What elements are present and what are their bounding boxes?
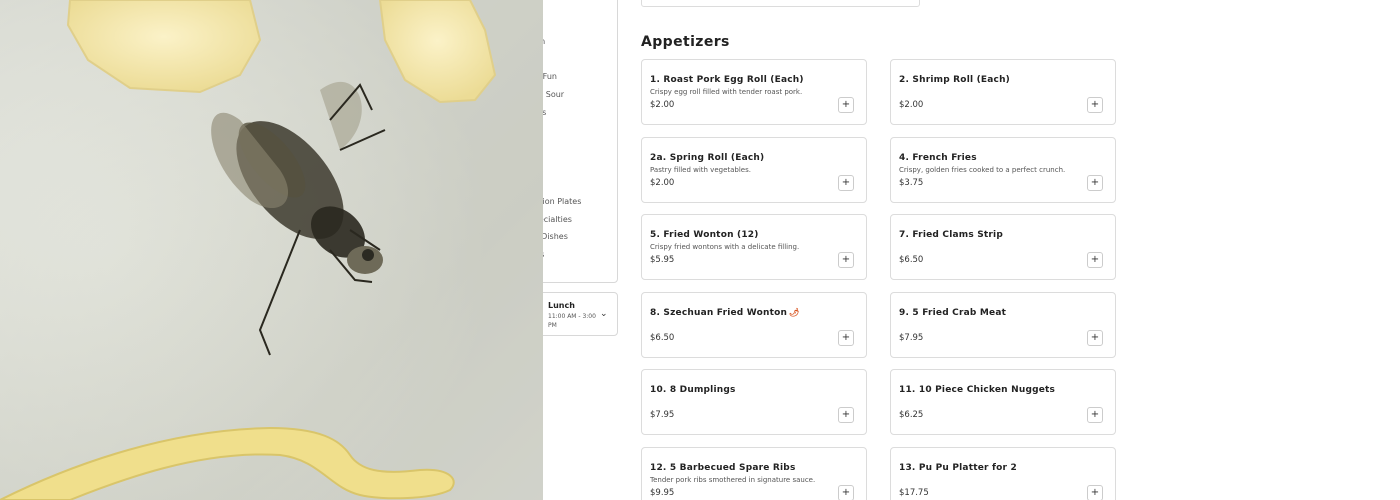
food-photo <box>0 0 543 500</box>
menu-item-name-text: 10. 8 Dumplings <box>650 385 736 395</box>
menu-item-description: Crispy, golden fries cooked to a perfect… <box>899 166 1066 174</box>
search-bar[interactable] <box>641 0 920 7</box>
menu-item-price: $5.95 <box>650 255 675 265</box>
menu-item-name: 4. French Fries <box>899 153 977 163</box>
menu-item-description: Pastry filled with vegetables. <box>650 166 751 174</box>
menu-item-card[interactable]: 11. 10 Piece Chicken Nuggets $6.25 + <box>890 369 1116 435</box>
menu-item-card[interactable]: 2a. Spring Roll (Each) Pastry filled with… <box>641 137 867 203</box>
menu-item-name: 7. Fried Clams Strip <box>899 230 1003 240</box>
menu-item-name-text: 2. Shrimp Roll (Each) <box>899 75 1010 85</box>
menu-item-name: 8. Szechuan Fried Wonton 🌶 <box>650 308 799 318</box>
menu-item-price: $9.95 <box>650 488 675 498</box>
add-to-cart-button[interactable]: + <box>1087 97 1103 113</box>
menu-item-price: $7.95 <box>899 333 924 343</box>
menu-item-name: 13. Pu Pu Platter for 2 <box>899 463 1017 473</box>
menu-item-name-text: 9. 5 Fried Crab Meat <box>899 308 1007 318</box>
menu-item-price: $3.75 <box>899 178 924 188</box>
menu-item-name: 1. Roast Pork Egg Roll (Each) <box>650 75 804 85</box>
menu-item-name: 12. 5 Barbecued Spare Ribs <box>650 463 796 473</box>
menu-item-card[interactable]: 13. Pu Pu Platter for 2 $17.75 + <box>890 447 1116 500</box>
add-to-cart-button[interactable]: + <box>838 175 854 191</box>
menu-item-name: 10. 8 Dumplings <box>650 385 736 395</box>
hours-time: 11:00 AM - 3:00 PM <box>548 313 596 329</box>
menu-item-card[interactable]: 7. Fried Clams Strip $6.50 + <box>890 214 1116 280</box>
menu-item-name-text: 5. Fried Wonton (12) <box>650 230 759 240</box>
page: p d Rice w Mein lein w Mei Fun et And So… <box>0 0 1400 500</box>
menu-item-description: Tender pork ribs smothered in signature … <box>650 476 816 484</box>
add-to-cart-button[interactable]: + <box>838 330 854 346</box>
add-to-cart-button[interactable]: + <box>1087 485 1103 500</box>
menu-item-card[interactable]: 2. Shrimp Roll (Each) $2.00 + <box>890 59 1116 125</box>
menu-item-name-text: 7. Fried Clams Strip <box>899 230 1003 240</box>
chevron-down-icon[interactable]: ⌄ <box>600 309 608 319</box>
menu-item-name: 9. 5 Fried Crab Meat <box>899 308 1006 318</box>
add-to-cart-button[interactable]: + <box>1087 252 1103 268</box>
menu-item-name-text: 13. Pu Pu Platter for 2 <box>899 463 1017 473</box>
add-to-cart-button[interactable]: + <box>838 252 854 268</box>
menu-item-card[interactable]: 4. French Fries Crispy, golden fries cook… <box>890 137 1116 203</box>
add-to-cart-button[interactable]: + <box>838 97 854 113</box>
menu-item-name-text: 2a. Spring Roll (Each) <box>650 153 765 163</box>
menu-item-name: 2a. Spring Roll (Each) <box>650 153 764 163</box>
menu-item-name-text: 12. 5 Barbecued Spare Ribs <box>650 463 796 473</box>
menu-item-price: $2.00 <box>650 100 675 110</box>
menu-item-price: $6.50 <box>650 333 675 343</box>
add-to-cart-button[interactable]: + <box>838 485 854 500</box>
menu-item-name-text: 11. 10 Piece Chicken Nuggets <box>899 385 1056 395</box>
menu-item-name-text: 4. French Fries <box>899 153 977 163</box>
hours-label: Lunch <box>548 301 575 310</box>
menu-item-price: $2.00 <box>899 100 924 110</box>
add-to-cart-button[interactable]: + <box>838 407 854 423</box>
menu-item-price: $2.00 <box>650 178 675 188</box>
menu-item-card[interactable]: 8. Szechuan Fried Wonton 🌶 $6.50 + <box>641 292 867 358</box>
menu-item-description: Crispy egg roll filled with tender roast… <box>650 88 803 96</box>
menu-item-name: 5. Fried Wonton (12) <box>650 230 759 240</box>
menu-item-card[interactable]: 5. Fried Wonton (12) Crispy fried wontons… <box>641 214 867 280</box>
menu-item-name: 2. Shrimp Roll (Each) <box>899 75 1010 85</box>
menu-item-name: 11. 10 Piece Chicken Nuggets <box>899 385 1055 395</box>
menu-item-price: $7.95 <box>650 410 675 420</box>
menu-item-price: $6.50 <box>899 255 924 265</box>
menu-item-card[interactable]: 1. Roast Pork Egg Roll (Each) Crispy egg … <box>641 59 867 125</box>
menu-item-name-text: 1. Roast Pork Egg Roll (Each) <box>650 75 804 85</box>
menu-item-card[interactable]: 12. 5 Barbecued Spare Ribs Tender pork ri… <box>641 447 867 500</box>
menu-item-price: $6.25 <box>899 410 924 420</box>
menu-item-name-text: 8. Szechuan Fried Wonton <box>650 308 788 318</box>
add-to-cart-button[interactable]: + <box>1087 407 1103 423</box>
menu-item-card[interactable]: 9. 5 Fried Crab Meat $7.95 + <box>890 292 1116 358</box>
chili-icon: 🌶 <box>789 308 800 317</box>
add-to-cart-button[interactable]: + <box>1087 330 1103 346</box>
add-to-cart-button[interactable]: + <box>1087 175 1103 191</box>
menu-item-description: Crispy fried wontons with a delicate fil… <box>650 243 800 251</box>
menu-item-price: $17.75 <box>899 488 929 498</box>
menu-item-card[interactable]: 10. 8 Dumplings $7.95 + <box>641 369 867 435</box>
section-title: Appetizers <box>641 34 730 50</box>
photo-image <box>0 0 543 500</box>
